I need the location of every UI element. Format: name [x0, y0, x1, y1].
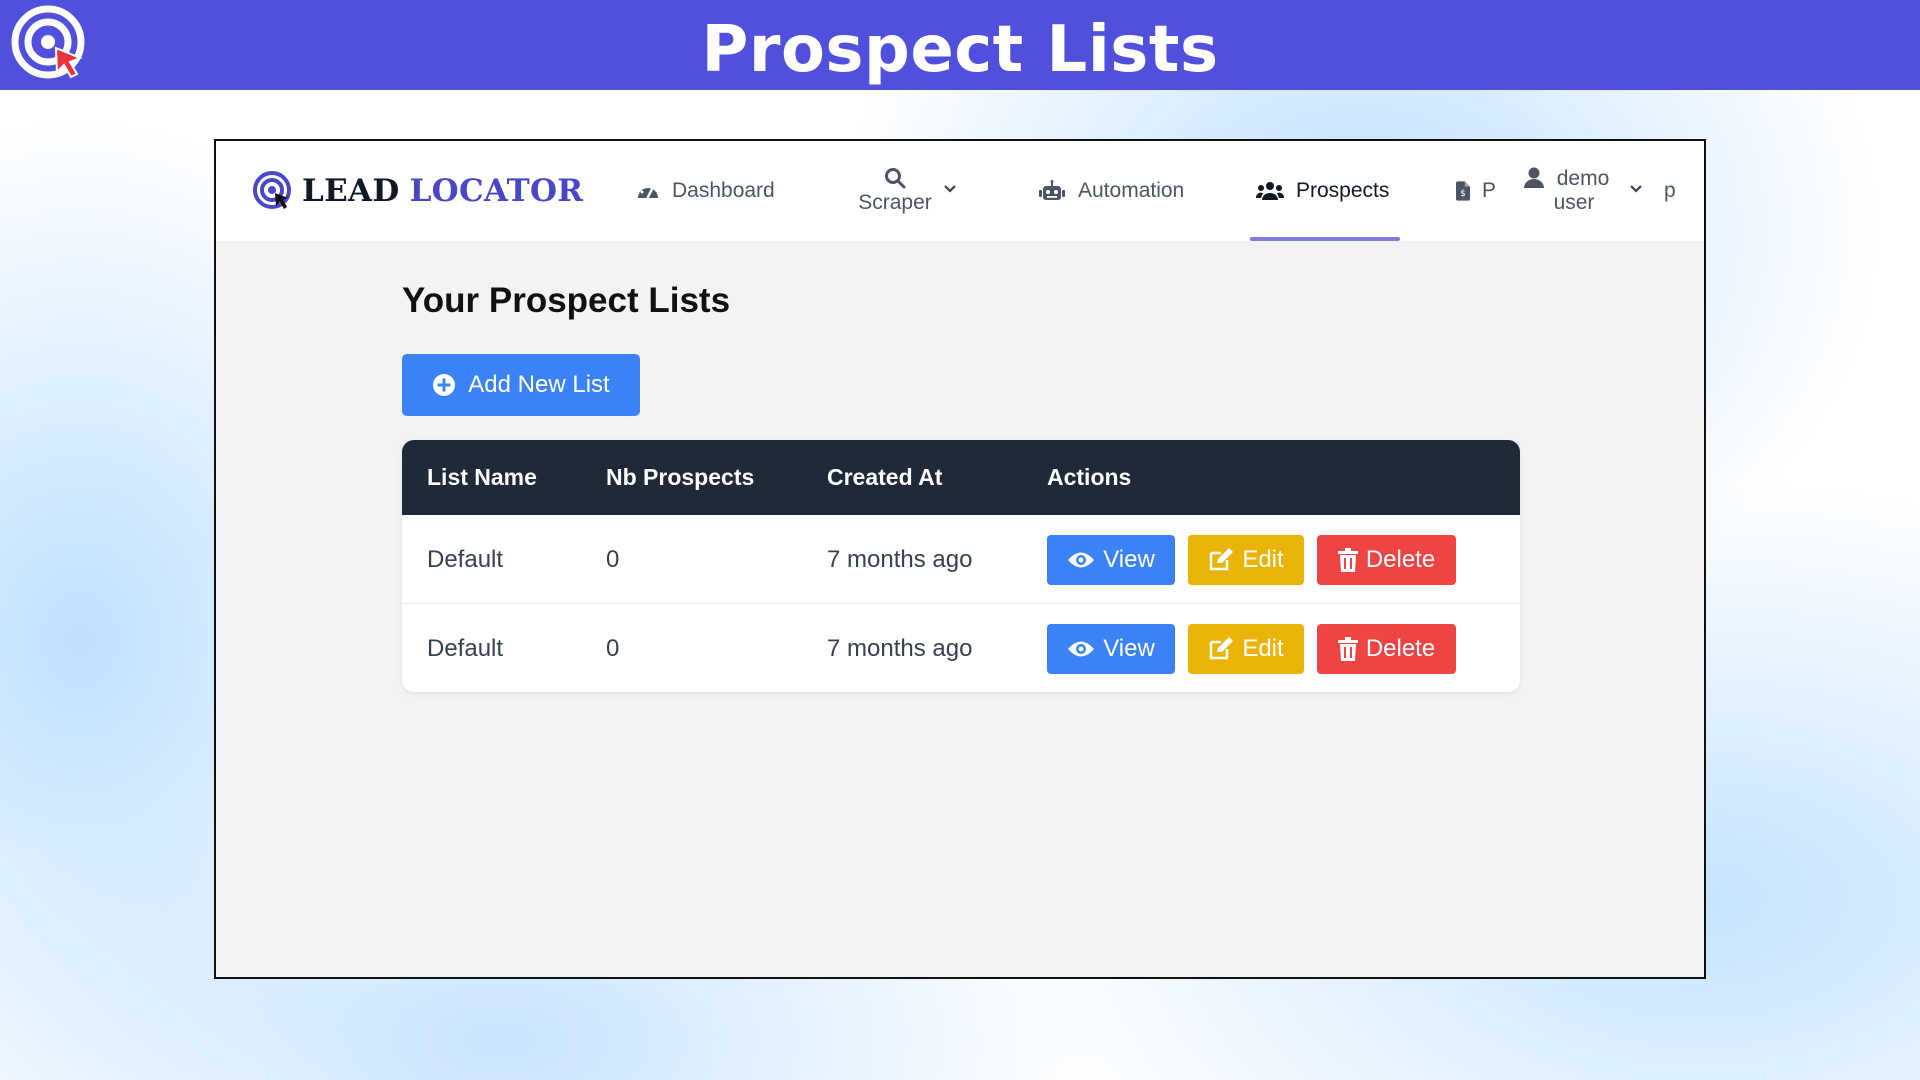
edit-button-label: Edit: [1242, 635, 1284, 662]
edit-icon: [1210, 637, 1234, 660]
cell-list-name: Default: [427, 546, 504, 573]
table-row: Default 0 7 months ago View Edit Delete: [402, 515, 1520, 604]
top-navbar: LEAD LOCATOR Dashboard Scraper Automatio…: [216, 141, 1704, 241]
plus-circle-icon: [433, 374, 456, 396]
user-name-line1: demo: [1556, 167, 1610, 190]
add-new-list-label: Add New List: [468, 371, 610, 398]
cell-created-at: 7 months ago: [827, 546, 973, 573]
target-cursor-icon: [253, 171, 291, 209]
brand-lead-text: LEAD: [302, 173, 400, 209]
cell-created-at: 7 months ago: [827, 635, 973, 662]
nav-item-truncated[interactable]: $ P: [1456, 141, 1496, 241]
view-button[interactable]: View: [1047, 624, 1175, 674]
view-button-label: View: [1103, 635, 1155, 662]
user-menu-chevron-icon[interactable]: [1628, 181, 1644, 197]
nav-prospects-label: Prospects: [1296, 179, 1390, 202]
gauge-icon: [638, 184, 658, 199]
view-button[interactable]: View: [1047, 535, 1175, 585]
delete-button-label: Delete: [1365, 546, 1436, 573]
chevron-down-icon[interactable]: [942, 181, 958, 197]
nav-dashboard[interactable]: Dashboard: [636, 141, 775, 241]
nav-prospects[interactable]: Prospects: [1256, 141, 1389, 241]
eye-icon: [1068, 641, 1095, 657]
svg-text:$: $: [1460, 189, 1466, 199]
edit-button[interactable]: Edit: [1188, 624, 1304, 674]
user-icon: [1524, 167, 1544, 188]
robot-icon: [1039, 180, 1065, 200]
user-menu[interactable]: demo user: [1544, 141, 1622, 241]
app-window: LEAD LOCATOR Dashboard Scraper Automatio…: [214, 139, 1706, 979]
column-header-nb-prospects: Nb Prospects: [606, 464, 755, 490]
prospect-lists-table: List Name Nb Prospects Created At Action…: [402, 440, 1520, 692]
nav-trailing-item[interactable]: p: [1664, 141, 1676, 241]
view-button-label: View: [1103, 546, 1155, 573]
cell-nb-prospects: 0: [606, 546, 620, 573]
nav-scraper-label: Scraper: [858, 191, 932, 214]
nav-dashboard-label: Dashboard: [672, 179, 775, 202]
users-icon: [1256, 182, 1284, 200]
nav-automation-label: Automation: [1078, 179, 1185, 202]
brand-locator-text: LOCATOR: [409, 173, 584, 209]
column-header-created-at: Created At: [827, 464, 943, 490]
trash-icon: [1337, 637, 1358, 661]
user-name-line2: user: [1553, 191, 1595, 214]
cell-list-name: Default: [427, 635, 504, 662]
column-header-actions: Actions: [1047, 464, 1132, 490]
file-invoice-icon: $: [1456, 181, 1470, 201]
table-row: Default 0 7 months ago View Edit Delete: [402, 604, 1520, 692]
brand-logo[interactable]: LEAD LOCATOR: [252, 167, 583, 215]
banner: Prospect Lists: [0, 0, 1920, 90]
delete-button[interactable]: Delete: [1317, 624, 1456, 674]
edit-button[interactable]: Edit: [1188, 535, 1304, 585]
nav-item-truncated-label: P: [1481, 179, 1496, 202]
delete-button-label: Delete: [1365, 635, 1436, 662]
cell-nb-prospects: 0: [606, 635, 620, 662]
nav-trailing-label: p: [1664, 179, 1676, 202]
table-header: List Name Nb Prospects Created At Action…: [402, 440, 1520, 515]
eye-icon: [1068, 552, 1095, 568]
trash-icon: [1337, 548, 1358, 572]
column-header-list-name: List Name: [427, 464, 537, 490]
edit-button-label: Edit: [1242, 546, 1284, 573]
nav-scraper[interactable]: Scraper: [854, 141, 936, 241]
page-title: Your Prospect Lists: [402, 281, 731, 320]
active-tab-indicator: [1250, 237, 1400, 241]
edit-icon: [1210, 548, 1234, 571]
banner-title: Prospect Lists: [701, 13, 1219, 87]
nav-automation[interactable]: Automation: [1038, 141, 1184, 241]
add-new-list-button[interactable]: Add New List: [402, 354, 640, 416]
delete-button[interactable]: Delete: [1317, 535, 1456, 585]
search-icon: [885, 168, 906, 189]
